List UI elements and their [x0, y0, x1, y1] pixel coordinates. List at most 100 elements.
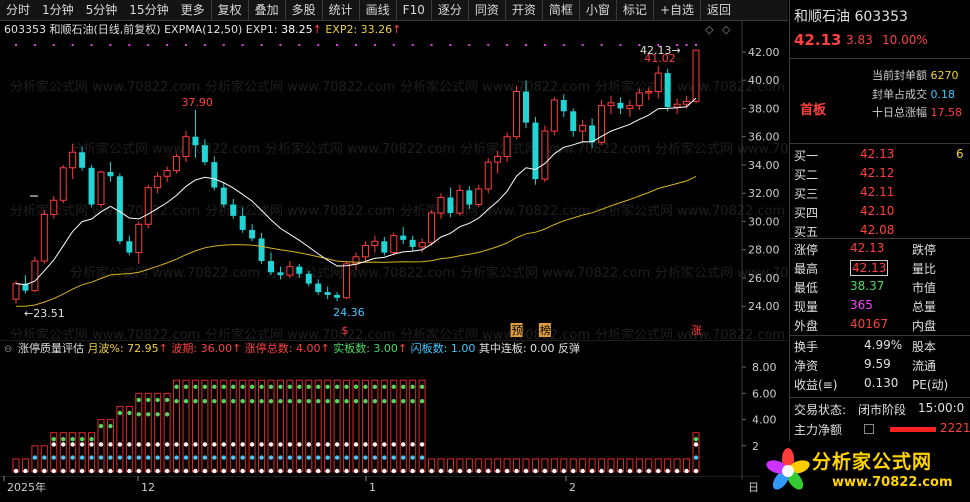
toolbar-item[interactable]: 1分钟 [36, 0, 80, 20]
order-label: 买二 [794, 168, 819, 182]
y-tick-label: 40.00 [748, 74, 780, 87]
indicator-label: 其中连板: [479, 341, 530, 355]
candle-body [645, 91, 653, 94]
candle-body [579, 124, 587, 132]
toolbar-item[interactable]: 小窗 [578, 0, 616, 20]
toolbar-item[interactable]: 15分钟 [123, 0, 174, 20]
candle-body [409, 239, 416, 247]
order-price: 42.10 [860, 204, 895, 218]
signal-dot [279, 44, 282, 46]
collapse-icon[interactable]: ⊖ [4, 344, 12, 355]
diamond-dot [61, 442, 66, 447]
limit-quality-subchart[interactable]: 2.004.006.008.00⊖涨停质量评估 月波%: 72.95↑ 波期: … [0, 340, 788, 480]
diamond-dot [51, 442, 56, 447]
solid-dot [693, 437, 699, 442]
stat-label: 外盘 [794, 319, 819, 333]
diamond-dot [108, 442, 113, 447]
period-label: 日 [748, 481, 759, 494]
candle-body [126, 241, 133, 253]
order-vol: 6 [956, 147, 964, 161]
solid-dot [240, 399, 245, 404]
high-annotation: 41.02 [644, 52, 676, 65]
high-annotation: 37.90 [181, 96, 213, 109]
diamond-icon[interactable]: ◇ [722, 23, 731, 36]
toolbar-item[interactable]: 更多 [175, 0, 211, 20]
flash-dot [117, 455, 123, 460]
base-dot [495, 468, 500, 474]
toolbar-item[interactable]: F10 [395, 0, 431, 20]
solid-dot [183, 399, 189, 404]
solid-dot [419, 399, 425, 404]
fund-value: 9.59 [864, 357, 891, 371]
stock-title: 和顺石油 603353 [794, 9, 908, 25]
candle-body [692, 49, 700, 102]
signal-dot [685, 44, 688, 46]
candle-body [296, 266, 303, 274]
candle-body [88, 167, 95, 205]
toolbar-item[interactable]: 返回 [700, 0, 737, 20]
base-dot [32, 468, 38, 474]
stat-label: 内盘 [912, 319, 937, 333]
toolbar-item[interactable]: 画线 [358, 0, 396, 20]
flash-dot [297, 455, 302, 460]
diamond-dot [693, 442, 699, 447]
candle-body [437, 196, 445, 214]
toolbar-item[interactable]: 开资 [504, 0, 542, 20]
solid-dot [363, 384, 368, 389]
solid-dot [344, 384, 349, 389]
candle-body [589, 125, 596, 143]
candle-body [239, 215, 246, 230]
toolbar-item[interactable]: 5分钟 [80, 0, 124, 20]
x-tick-label: 2 [569, 481, 576, 494]
flash-dot [334, 455, 340, 460]
toolbar-item[interactable]: 多股 [284, 0, 322, 20]
candle-body [654, 72, 662, 93]
divider [790, 238, 970, 239]
solid-dot [334, 399, 340, 404]
toolbar-item[interactable]: 分时 [0, 0, 36, 20]
diamond-dot [391, 442, 396, 447]
candle-body [97, 171, 105, 206]
toolbar-item[interactable]: +自选 [652, 0, 700, 20]
toolbar-item[interactable]: 简框 [541, 0, 579, 20]
watermark-text: 分析家公式网 www.70822.com [10, 79, 200, 95]
solid-dot [278, 399, 283, 404]
base-dot [61, 468, 66, 474]
base-dot [391, 468, 396, 474]
signal-dot [203, 44, 206, 46]
candle-body [277, 272, 284, 276]
candle-body [494, 155, 502, 163]
flash-dot [174, 455, 179, 460]
diamond-dot [259, 442, 264, 447]
toolbar-item[interactable]: 统计 [321, 0, 359, 20]
trade-status: 交易状态: 闭市阶段 15:00:0 [794, 401, 965, 417]
diamond-icon[interactable]: ◇ [705, 23, 714, 36]
main-kline-chart[interactable]: 分析家公式网 www.70822.com 分析家公式网 www.70822.com… [0, 21, 788, 339]
toolbar-item[interactable]: 标记 [615, 0, 653, 20]
exp1-arrow: ↑ [313, 23, 326, 36]
exp2-arrow: ↑ [392, 23, 401, 36]
signal-dot [392, 44, 395, 46]
flash-dot [127, 455, 132, 460]
signal-dot [562, 44, 565, 46]
flash-dot [344, 455, 349, 460]
solid-dot [164, 412, 170, 417]
solid-dot [401, 399, 406, 404]
toolbar-item[interactable]: 同资 [467, 0, 505, 20]
toolbar-item[interactable]: 叠加 [247, 0, 285, 20]
solid-dot [287, 399, 293, 404]
solid-dot [212, 399, 217, 404]
solid-dot [221, 384, 226, 389]
divider [790, 397, 970, 398]
candle-body [475, 188, 483, 206]
candle-body [69, 151, 77, 169]
toolbar-item[interactable]: 逐分 [430, 0, 468, 20]
candle-body [617, 102, 624, 109]
candle-body [230, 204, 237, 216]
diamond-dot [353, 442, 359, 447]
toolbar-item[interactable]: 复权 [210, 0, 248, 20]
signal-badge: 榜 [540, 323, 551, 337]
candle-body [635, 92, 643, 107]
flash-dot [325, 455, 330, 460]
base-dot [316, 468, 321, 474]
